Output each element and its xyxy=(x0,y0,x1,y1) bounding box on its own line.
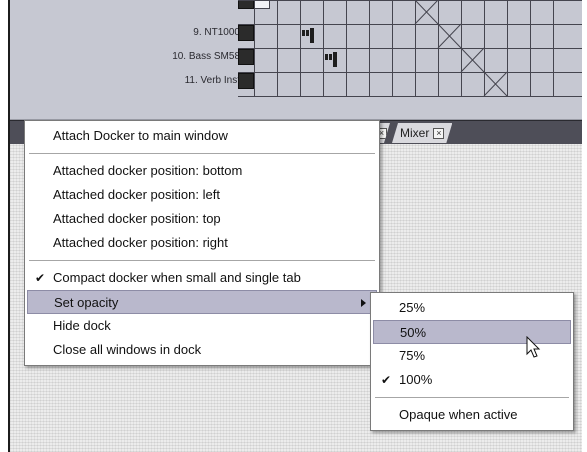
matrix-grid[interactable] xyxy=(10,0,582,120)
menu-item-label: Close all windows in dock xyxy=(53,342,202,357)
menu-item-position-left[interactable]: Attached docker position: left xyxy=(27,183,377,207)
menu-item-label: 75% xyxy=(399,348,426,363)
send-meter xyxy=(325,54,328,60)
mouse-cursor-icon xyxy=(526,336,541,358)
menu-item-label: Hide dock xyxy=(53,318,111,333)
routing-matrix: 9. NT1000 10. Bass SM58 11. Verb Inst xyxy=(10,0,582,120)
menu-item-label: Attached docker position: top xyxy=(53,211,221,226)
menu-separator xyxy=(29,260,375,261)
tab-mixer[interactable]: Mixer × xyxy=(392,123,452,143)
menu-item-label: Attached docker position: bottom xyxy=(53,163,243,178)
opacity-submenu: 25% 50% 75% ✔ 100% Opaque when active xyxy=(370,292,574,431)
menu-item-close-all-windows[interactable]: Close all windows in dock xyxy=(27,338,377,362)
menu-item-attach-docker[interactable]: Attach Docker to main window xyxy=(27,124,377,148)
checkmark-icon: ✔ xyxy=(381,373,392,387)
menu-item-position-bottom[interactable]: Attached docker position: bottom xyxy=(27,159,377,183)
menu-item-label: Opaque when active xyxy=(399,407,518,422)
menu-item-label: Attached docker position: right xyxy=(53,235,228,250)
menu-separator xyxy=(29,153,375,154)
screen: 9. NT1000 10. Bass SM58 11. Verb Inst Mi… xyxy=(0,0,587,452)
send-meter xyxy=(310,28,314,43)
opacity-option-100[interactable]: ✔ 100% xyxy=(373,368,571,392)
submenu-arrow-icon xyxy=(361,299,366,307)
menu-item-label: Compact docker when small and single tab xyxy=(53,270,301,285)
menu-item-label: Attach Docker to main window xyxy=(53,128,228,143)
menu-item-position-right[interactable]: Attached docker position: right xyxy=(27,231,377,255)
menu-item-label: 100% xyxy=(399,372,433,387)
opacity-option-25[interactable]: 25% xyxy=(373,296,571,320)
menu-item-position-top[interactable]: Attached docker position: top xyxy=(27,207,377,231)
tab-label: Mixer xyxy=(400,126,430,140)
menu-item-label: 50% xyxy=(400,325,427,340)
menu-item-compact-docker[interactable]: ✔ Compact docker when small and single ta… xyxy=(27,266,377,290)
close-icon[interactable]: × xyxy=(433,128,444,139)
menu-item-label: 25% xyxy=(399,300,426,315)
docker-context-menu: Attach Docker to main window Attached do… xyxy=(24,120,380,366)
send-meter xyxy=(333,52,337,67)
menu-item-hide-dock[interactable]: Hide dock xyxy=(27,314,377,338)
menu-item-label: Attached docker position: left xyxy=(53,187,220,202)
send-meter xyxy=(306,30,309,36)
menu-separator xyxy=(375,397,569,398)
send-meter xyxy=(329,54,332,60)
checkmark-icon: ✔ xyxy=(35,271,46,285)
menu-item-set-opacity[interactable]: Set opacity xyxy=(27,290,377,314)
opacity-option-opaque-when-active[interactable]: Opaque when active xyxy=(373,403,571,427)
menu-item-label: Set opacity xyxy=(54,295,119,310)
send-meter xyxy=(302,30,305,36)
